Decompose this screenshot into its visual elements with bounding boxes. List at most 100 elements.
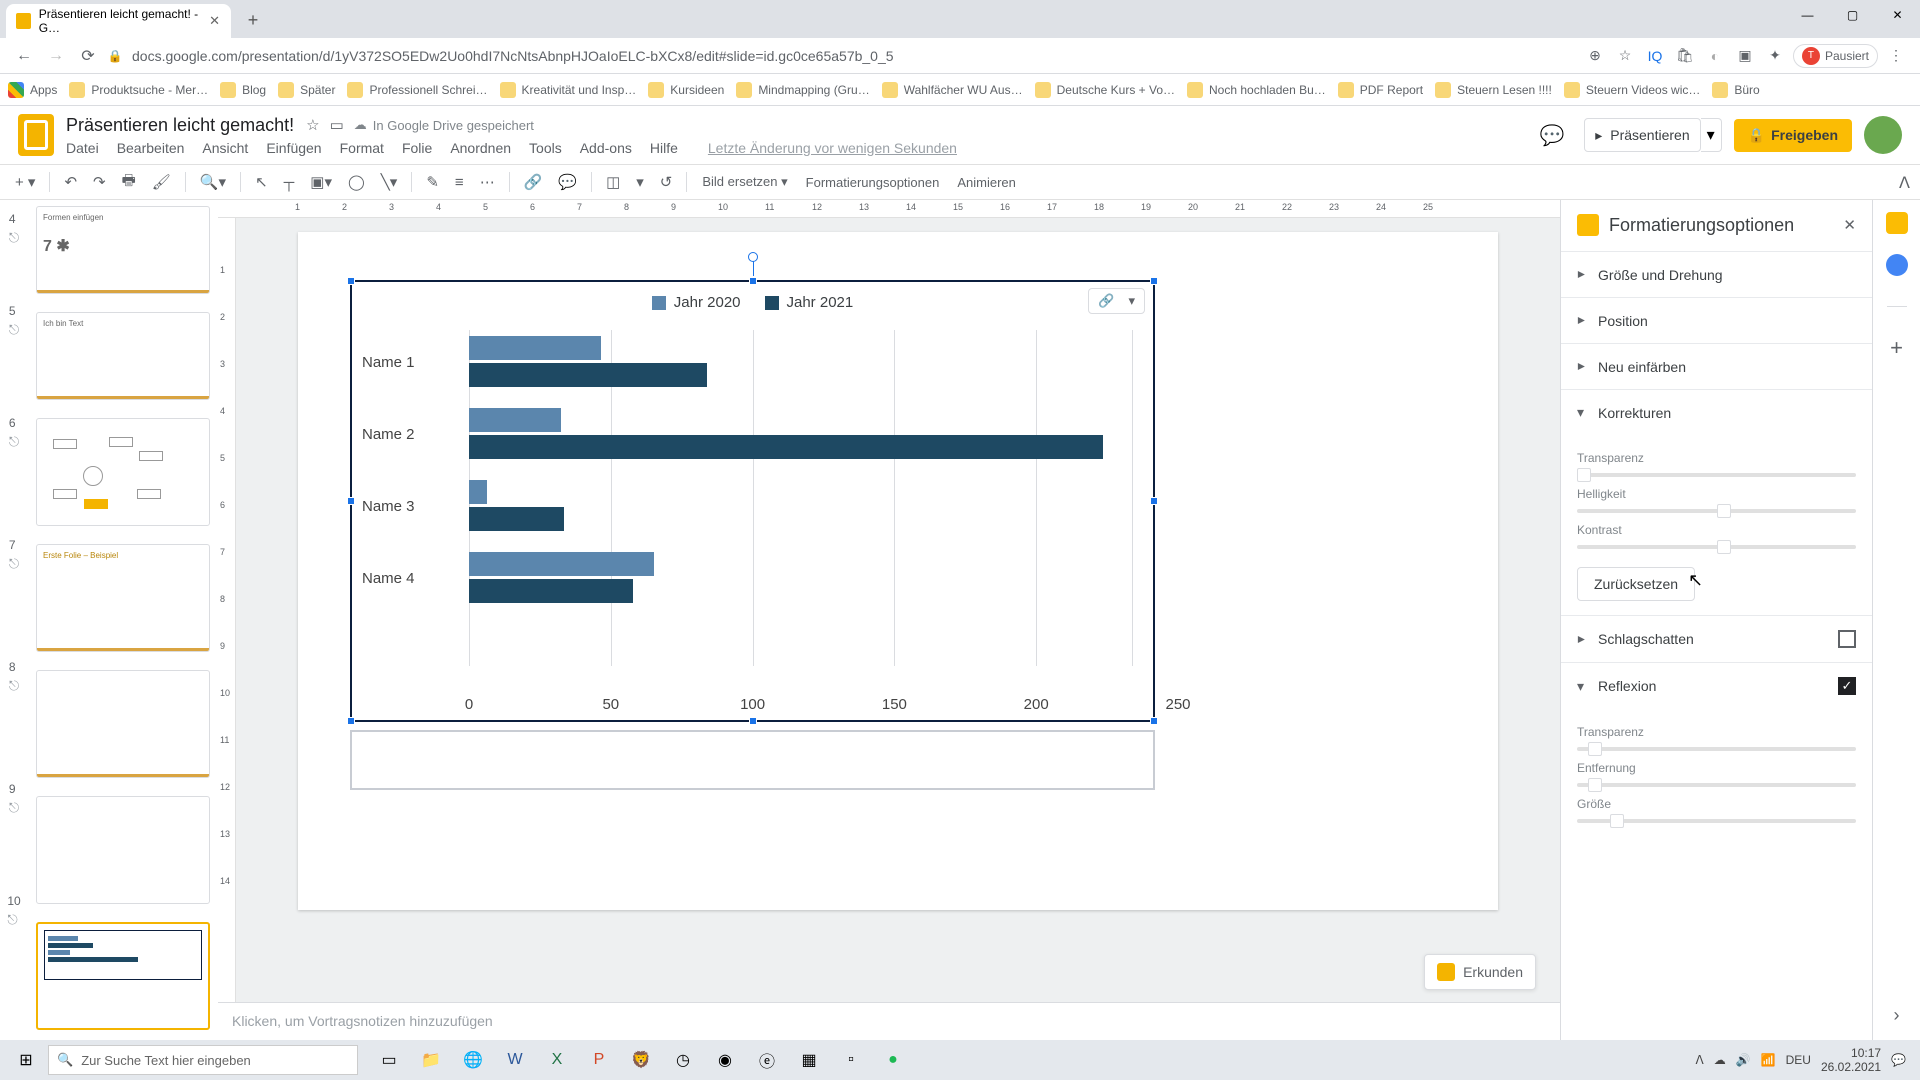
account-avatar[interactable] xyxy=(1864,116,1902,154)
ext-icon-3[interactable]: ◐ xyxy=(1703,44,1727,68)
hide-panel-icon[interactable]: › xyxy=(1894,1005,1900,1026)
link-button[interactable]: 🔗 xyxy=(519,169,548,195)
refl-size-slider[interactable] xyxy=(1577,819,1856,823)
menu-folie[interactable]: Folie xyxy=(402,140,432,156)
print-button[interactable]: 🖶 xyxy=(117,166,141,199)
spotify-icon[interactable]: ● xyxy=(876,1043,910,1077)
move-icon[interactable]: ▭ xyxy=(330,116,344,134)
url-field[interactable]: docs.google.com/presentation/d/1yV372SO5… xyxy=(126,48,1583,64)
textbox-tool[interactable]: ┬ xyxy=(279,170,300,195)
zoom-icon[interactable]: ⊕ xyxy=(1583,44,1607,68)
ext-icon-2[interactable]: 🛍 xyxy=(1673,44,1697,68)
section-position[interactable]: ▾Position xyxy=(1561,297,1872,343)
onedrive-icon[interactable]: ☁ xyxy=(1714,1053,1726,1067)
slide-thumbnail-5[interactable]: Ich bin Text xyxy=(36,312,210,400)
resize-handle[interactable] xyxy=(749,717,757,725)
menu-ansicht[interactable]: Ansicht xyxy=(202,140,248,156)
reflection-checkbox[interactable]: ✓ xyxy=(1838,677,1856,695)
last-edit-link[interactable]: Letzte Änderung vor wenigen Sekunden xyxy=(708,140,957,156)
edge-icon[interactable]: 🌐 xyxy=(456,1043,490,1077)
cloud-icon[interactable]: ☁ xyxy=(354,117,367,133)
bookmark-item[interactable]: Noch hochladen Bu… xyxy=(1187,82,1326,98)
shadow-checkbox[interactable] xyxy=(1838,630,1856,648)
bookmark-item[interactable]: Professionell Schrei… xyxy=(347,82,487,98)
reset-image-button[interactable]: ↺ xyxy=(655,169,678,195)
menu-bearbeiten[interactable]: Bearbeiten xyxy=(117,140,185,156)
redo-button[interactable]: ↷ xyxy=(88,169,111,195)
section-reflection[interactable]: ▾Reflexion✓ xyxy=(1561,662,1872,709)
present-dropdown[interactable]: ▾ xyxy=(1701,118,1722,152)
contrast-slider[interactable] xyxy=(1577,545,1856,549)
menu-anordnen[interactable]: Anordnen xyxy=(450,140,511,156)
clock[interactable]: 10:1726.02.2021 xyxy=(1821,1046,1881,1075)
crop-button[interactable]: ◫ xyxy=(601,169,625,195)
menu-einfuegen[interactable]: Einfügen xyxy=(266,140,321,156)
app-icon[interactable]: ▦ xyxy=(792,1043,826,1077)
chart-link-icon[interactable]: 🔗 xyxy=(1093,291,1119,311)
bookmark-item[interactable]: PDF Report xyxy=(1338,82,1423,98)
paint-format-button[interactable]: 🖌 xyxy=(147,169,176,195)
bookmark-item[interactable]: Kursideen xyxy=(648,82,724,98)
resize-handle[interactable] xyxy=(1150,277,1158,285)
tasks-icon[interactable] xyxy=(1886,254,1908,276)
brave-icon[interactable]: 🦁 xyxy=(624,1043,658,1077)
section-size-rotation[interactable]: ▾Größe und Drehung xyxy=(1561,251,1872,297)
undo-button[interactable]: ↶ xyxy=(59,169,82,195)
rotate-handle[interactable] xyxy=(748,252,758,262)
section-shadow[interactable]: ▾Schlagschatten xyxy=(1561,615,1872,662)
notifications-icon[interactable]: 💬 xyxy=(1891,1053,1906,1067)
resize-handle[interactable] xyxy=(347,717,355,725)
start-button[interactable]: ⊞ xyxy=(6,1040,46,1080)
slides-logo-icon[interactable] xyxy=(18,114,54,156)
share-button[interactable]: 🔒Freigeben xyxy=(1734,119,1852,152)
close-tab-icon[interactable]: ✕ xyxy=(208,14,221,28)
wifi-icon[interactable]: 📶 xyxy=(1761,1053,1776,1067)
browser-tab-active[interactable]: Präsentieren leicht gemacht! - G… ✕ xyxy=(6,4,231,38)
slide-thumbnail-8[interactable] xyxy=(36,670,210,778)
app-icon[interactable]: ▫ xyxy=(834,1043,868,1077)
comments-icon[interactable]: 💬 xyxy=(1532,115,1572,155)
reload-button[interactable]: ⟳ xyxy=(74,42,102,70)
ext-icon-1[interactable]: IQ xyxy=(1643,44,1667,68)
format-options-button[interactable]: Formatierungsoptionen xyxy=(800,171,946,194)
task-view-icon[interactable]: ▭ xyxy=(372,1043,406,1077)
slide-stage[interactable]: 🔗 ▾ Jahr 2020 Jahr 2021 xyxy=(236,218,1560,1002)
star-icon[interactable]: ☆ xyxy=(306,116,319,134)
animate-button[interactable]: Animieren xyxy=(951,171,1022,194)
slide-thumbnail-6[interactable] xyxy=(36,418,210,526)
close-window-button[interactable]: ✕ xyxy=(1875,0,1920,30)
panel-close-icon[interactable]: ✕ xyxy=(1843,216,1856,234)
slide-thumbnail-10[interactable] xyxy=(36,922,210,1030)
lock-icon[interactable]: 🔒 xyxy=(104,49,126,63)
language-indicator[interactable]: DEU xyxy=(1786,1053,1811,1067)
replace-image-button[interactable]: Bild ersetzen ▾ xyxy=(696,170,793,194)
bookmark-item[interactable]: Steuern Videos wic… xyxy=(1564,82,1701,98)
slide-thumbnail-7[interactable]: Erste Folie – Beispiel xyxy=(36,544,210,652)
line-tool[interactable]: ╲▾ xyxy=(376,169,403,195)
zoom-button[interactable]: 🔍▾ xyxy=(195,169,231,195)
slide-thumbnail-9[interactable] xyxy=(36,796,210,904)
menu-format[interactable]: Format xyxy=(340,140,384,156)
maximize-button[interactable]: ▢ xyxy=(1830,0,1875,30)
forward-button[interactable]: → xyxy=(42,42,70,70)
resize-handle[interactable] xyxy=(347,497,355,505)
document-title[interactable]: Präsentieren leicht gemacht! xyxy=(66,115,294,136)
new-tab-button[interactable]: + xyxy=(239,6,267,34)
section-corrections[interactable]: ▾Korrekturen xyxy=(1561,389,1872,435)
chart-dropdown-icon[interactable]: ▾ xyxy=(1123,291,1140,311)
profile-paused-pill[interactable]: T Pausiert xyxy=(1793,44,1878,68)
obs-icon[interactable]: ◷ xyxy=(666,1043,700,1077)
transparency-slider[interactable] xyxy=(1577,473,1856,477)
bookmark-item[interactable]: Deutsche Kurs + Vo… xyxy=(1035,82,1175,98)
border-weight-button[interactable]: ≡ xyxy=(450,170,469,195)
bookmark-item[interactable]: Produktsuche - Mer… xyxy=(69,82,208,98)
speaker-notes[interactable]: Klicken, um Vortragsnotizen hinzuzufügen xyxy=(218,1002,1560,1040)
powerpoint-icon[interactable]: P xyxy=(582,1043,616,1077)
menu-hilfe[interactable]: Hilfe xyxy=(650,140,678,156)
image-tool[interactable]: ▣▾ xyxy=(305,169,337,195)
excel-icon[interactable]: X xyxy=(540,1043,574,1077)
collapse-toolbar-icon[interactable]: ᐱ xyxy=(1899,173,1910,193)
bookmark-item[interactable]: Blog xyxy=(220,82,266,98)
refl-distance-slider[interactable] xyxy=(1577,783,1856,787)
edge2-icon[interactable]: ⓔ xyxy=(750,1043,784,1077)
